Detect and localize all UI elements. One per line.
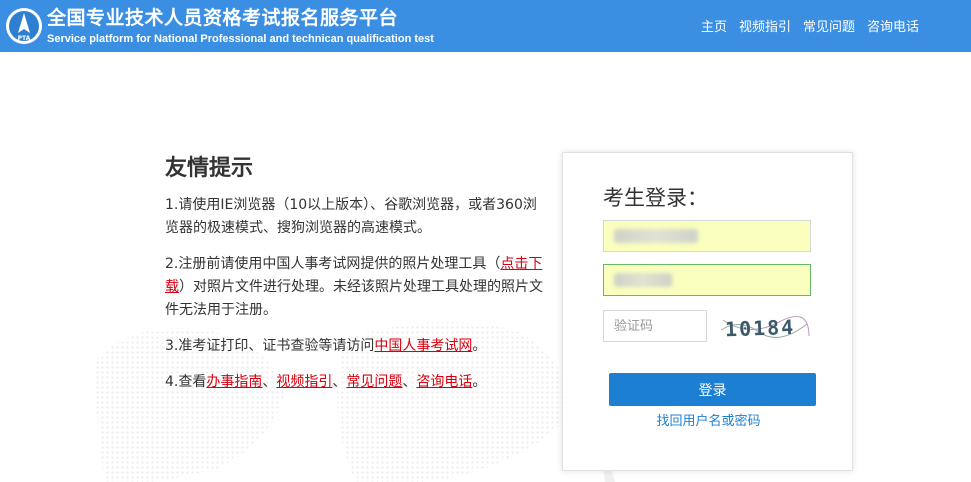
site-title: 全国专业技术人员资格考试报名服务平台 xyxy=(47,7,399,29)
password-field[interactable] xyxy=(603,264,811,296)
header-bar: PTA 全国专业技术人员资格考试报名服务平台 Service platform … xyxy=(0,0,971,52)
tip-browser-text: 1.请使用IE浏览器（10以上版本）、谷歌浏览器，或者360浏览器的极速模式、搜… xyxy=(165,197,537,236)
captcha-input[interactable] xyxy=(603,310,707,342)
login-title: 考生登录： xyxy=(603,186,708,210)
friendly-tips: 友情提示 1.请使用IE浏览器（10以上版本）、谷歌浏览器，或者360浏览器的极… xyxy=(165,150,545,407)
captcha-text: 10184 xyxy=(725,315,796,341)
logo-text: PTA xyxy=(18,35,31,42)
tip-view-links: 4.查看办事指南、视频指引、常见问题、咨询电话。 xyxy=(165,371,545,394)
nav-home[interactable]: 主页 xyxy=(701,16,727,35)
tip-photo-text-1: 2.注册前请使用中国人事考试网提供的照片处理工具（ xyxy=(165,256,501,272)
tip-photo-tool: 2.注册前请使用中国人事考试网提供的照片处理工具（点击下载）对照片文件进行处理。… xyxy=(165,253,545,322)
tip-cpta-text-2: 。 xyxy=(472,338,487,354)
hotline-link[interactable]: 咨询电话 xyxy=(416,374,472,390)
faq-link[interactable]: 常见问题 xyxy=(346,374,402,390)
separator: 、 xyxy=(332,374,347,390)
video-guide-link[interactable]: 视频指引 xyxy=(276,374,332,390)
login-button[interactable]: 登录 xyxy=(609,373,816,406)
top-nav: 主页 视频指引 常见问题 咨询电话 xyxy=(701,16,919,35)
separator: 、 xyxy=(402,374,417,390)
username-field[interactable] xyxy=(603,220,811,252)
separator: 、 xyxy=(262,374,277,390)
tip-view-text: 4.查看 xyxy=(165,374,207,390)
cpta-site-link[interactable]: 中国人事考试网 xyxy=(374,338,472,354)
redacted-password xyxy=(614,273,672,287)
site-subtitle: Service platform for National Profession… xyxy=(47,33,434,45)
nav-faq[interactable]: 常见问题 xyxy=(803,16,855,35)
tip-photo-text-2: ）对照片文件进行处理。未经该照片处理工具处理的照片文件无法用于注册。 xyxy=(165,279,543,318)
redacted-username xyxy=(614,229,698,243)
guide-link[interactable]: 办事指南 xyxy=(206,374,262,390)
tip-cpta-site: 3.准考证打印、证书查验等请访问中国人事考试网。 xyxy=(165,335,545,358)
login-panel: 考生登录： 10184 登录 找回用户名或密码 xyxy=(562,152,853,471)
tips-heading: 友情提示 xyxy=(165,156,254,181)
tip-browser: 1.请使用IE浏览器（10以上版本）、谷歌浏览器，或者360浏览器的极速模式、搜… xyxy=(165,194,545,240)
nav-video-guide[interactable]: 视频指引 xyxy=(739,16,791,35)
tip-cpta-text-1: 3.准考证打印、证书查验等请访问 xyxy=(165,338,375,354)
tip-view-end: 。 xyxy=(472,374,487,390)
nav-hotline[interactable]: 咨询电话 xyxy=(867,16,919,35)
pta-logo-icon: PTA xyxy=(6,8,42,44)
captcha-image[interactable]: 10184 xyxy=(719,310,811,344)
forgot-credentials-link[interactable]: 找回用户名或密码 xyxy=(563,410,854,429)
